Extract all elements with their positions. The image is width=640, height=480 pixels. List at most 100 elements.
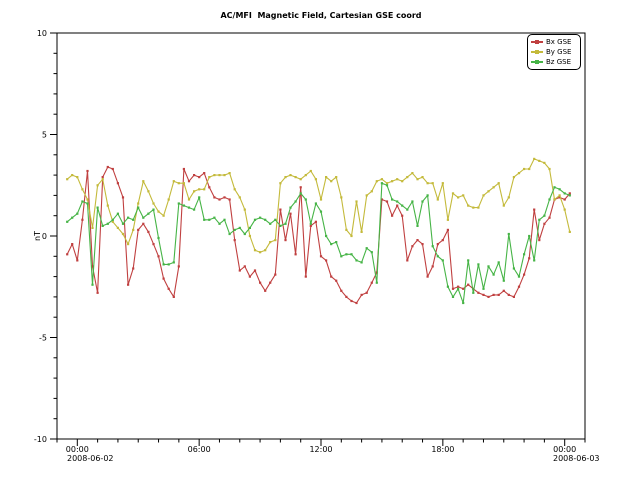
legend-label-bx: Bx GSE [546,38,571,46]
series-bx-gse-marker [442,239,444,241]
series-bx-gse-marker [289,213,291,215]
series-by-gse-marker [239,196,241,198]
series-bx-gse-marker [569,192,571,194]
series-by-gse-marker [76,176,78,178]
series-bz-gse-marker [254,219,256,221]
series-bx-gse-marker [107,166,109,168]
series-bx-gse-marker [513,296,515,298]
series-bx-gse-marker [447,229,449,231]
series-bz-gse-marker [452,296,454,298]
series-bx-gse-marker [86,170,88,172]
series-by-gse-marker [249,235,251,237]
series-by-gse-marker [234,188,236,190]
series-bz-gse-marker [508,233,510,235]
series-bx-gse-marker [198,176,200,178]
series-by-gse-marker [117,227,119,229]
series-bz-gse-marker [548,198,550,200]
series-by-gse-marker [315,178,317,180]
series-bx-gse-marker [142,223,144,225]
series-by-gse-marker [569,231,571,233]
series-by-gse-marker [416,178,418,180]
series-bx-gse-marker [157,255,159,257]
series-bz-gse-marker [117,213,119,215]
series-by-gse-marker [411,172,413,174]
series-bz-gse-marker [361,261,363,263]
series-bx-gse-marker [152,243,154,245]
series-bz-gse-marker [432,245,434,247]
by-line-swatch-icon [531,51,543,53]
series-bz-gse-marker [462,302,464,304]
series-by-gse-marker [330,180,332,182]
series-bx-gse-marker [467,284,469,286]
series-by-gse-marker [86,198,88,200]
series-by-gse-marker [102,178,104,180]
series-bz-gse-marker [391,198,393,200]
series-by-gse-marker [274,239,276,241]
series-by-gse-marker [421,176,423,178]
series-bz-gse-marker [381,182,383,184]
series-bx-gse-marker [498,294,500,296]
series-bz-gse-marker [300,192,302,194]
series-by-gse-marker [553,198,555,200]
series-bz-gse-marker [122,223,124,225]
series-by-gse-marker [325,176,327,178]
series-by-gse-marker [396,178,398,180]
series-by-gse-marker [173,180,175,182]
series-bz-gse-marker [71,217,73,219]
series-by-gse-marker [477,207,479,209]
series-by-gse-marker [198,188,200,190]
series-bz-gse-marker [244,233,246,235]
x-tick-label: 12:00 [309,445,332,454]
series-bx-gse-marker [320,255,322,257]
series-bx-gse-marker [137,229,139,231]
y-tick-label: 0 [42,232,47,241]
series-bx-gse-marker [335,280,337,282]
series-bx-gse-marker [325,259,327,261]
series-by-gse-marker [371,190,373,192]
series-bz-gse-marker [345,253,347,255]
series-bz-gse-marker [91,284,93,286]
series-by-gse-marker [457,196,459,198]
series-bx-gse-marker [274,274,276,276]
series-bx-gse-marker [401,215,403,217]
series-bz-gse-marker [81,200,83,202]
series-bz-gse-marker [127,217,129,219]
series-by-gse-marker [427,182,429,184]
series-by-gse-marker [543,162,545,164]
series-bz-gse-marker [213,217,215,219]
series-by-gse-marker [401,180,403,182]
y-tick-label: 5 [42,131,47,140]
y-axis-title: nT [33,231,42,241]
series-by-gse-marker [487,190,489,192]
series-bx-gse-marker [482,294,484,296]
x-tick-label: 06:00 [188,445,211,454]
series-bz-gse-marker [76,213,78,215]
series-by-gse-marker [223,174,225,176]
x-tick-label: 00:00 [66,445,89,454]
series-bx-gse-marker [361,294,363,296]
series-by-gse-marker [284,176,286,178]
series-bz-gse-marker [325,235,327,237]
series-bx-gse-marker [310,225,312,227]
series-bz-gse-marker [315,202,317,204]
series-bz-gse-marker [295,200,297,202]
series-bx-gse-marker [462,288,464,290]
series-by-gse-marker [137,202,139,204]
series-by-gse-marker [229,172,231,174]
series-bz-gse-marker [482,288,484,290]
series-bx-gse-marker [188,180,190,182]
series-bx-gse-marker [102,176,104,178]
series-by-gse-marker [518,172,520,174]
series-bx-gse-marker [452,288,454,290]
series-by-gse-marker [107,205,109,207]
series-by-gse-marker [503,205,505,207]
series-bx-gse-marker [269,282,271,284]
series-by-gse-marker [183,182,185,184]
series-by-gse-marker [432,182,434,184]
series-bz-gse-marker [457,288,459,290]
series-bx-gse-marker [528,257,530,259]
series-bz-gse-marker [264,219,266,221]
series-bx-gse-marker [234,239,236,241]
series-by-gse-marker [132,229,134,231]
series-bz-gse-marker [173,261,175,263]
